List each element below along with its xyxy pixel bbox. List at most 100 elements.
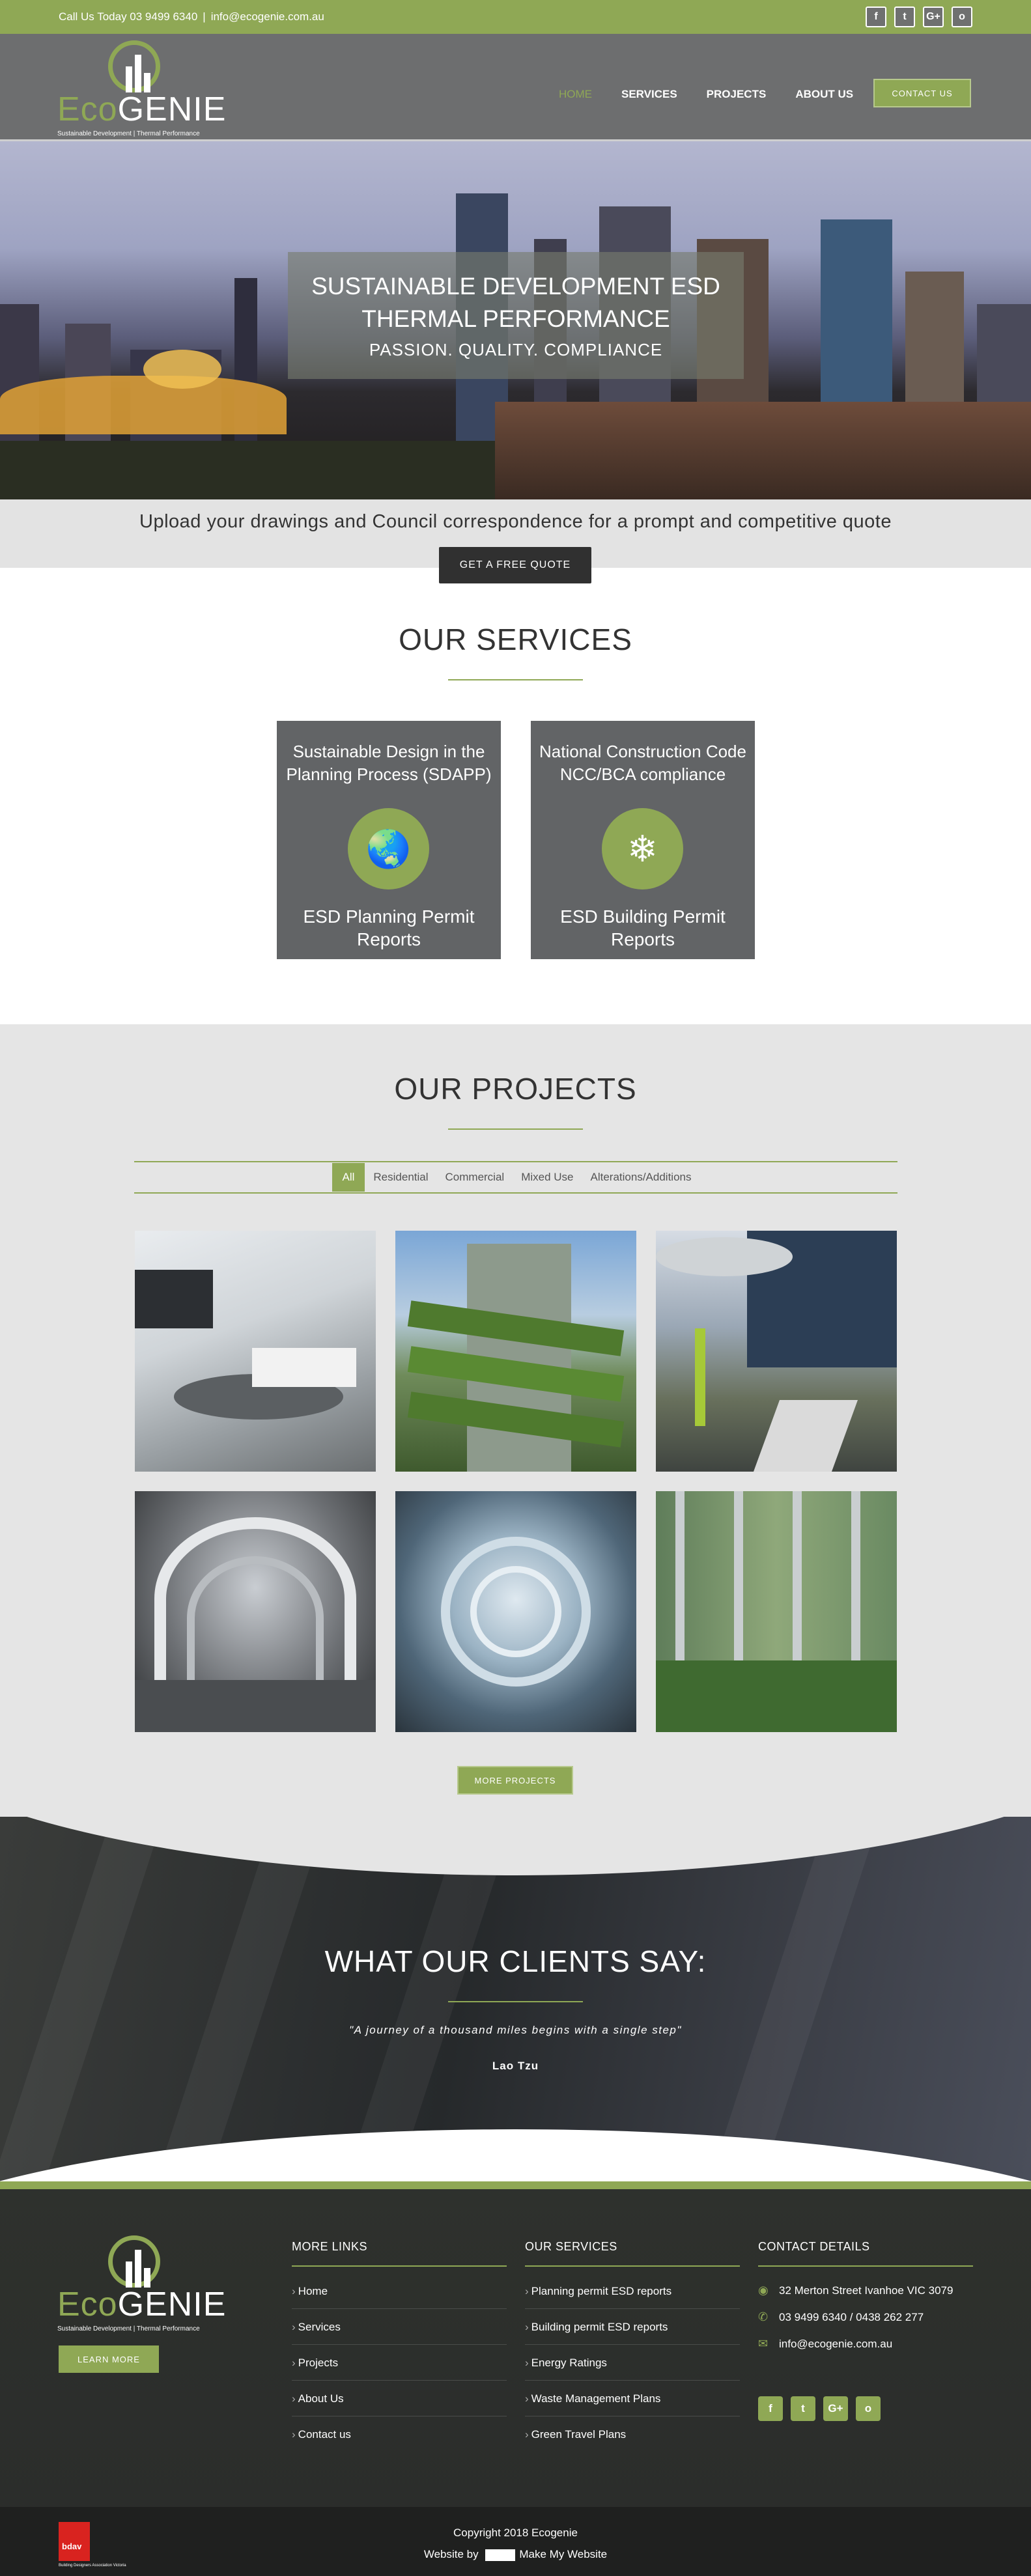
- filter-all[interactable]: All: [332, 1163, 365, 1192]
- footer-logo[interactable]: EcoGENIE Sustainable Development | Therm…: [57, 2235, 225, 2333]
- nav-projects[interactable]: PROJECTS: [707, 85, 767, 104]
- service-card-planning[interactable]: Sustainable Design in the Planning Proces…: [277, 721, 501, 959]
- testimonials-section: WHAT OUR CLIENTS SAY: "A journey of a th…: [0, 1817, 1031, 2181]
- maker-logo-icon: [485, 2549, 516, 2561]
- quote-text: Upload your drawings and Council corresp…: [139, 511, 892, 532]
- project-image-green-wall[interactable]: [656, 1491, 897, 1732]
- nav-about-us[interactable]: ABOUT US: [795, 85, 853, 104]
- logo[interactable]: EcoGENIE Sustainable Development | Therm…: [57, 40, 225, 138]
- footer-service-travel[interactable]: › Green Travel Plans: [525, 2416, 740, 2452]
- projects-underline: [448, 1128, 583, 1130]
- hero-banner: SUSTAINABLE DEVELOPMENT ESD THERMAL PERFO…: [0, 141, 1031, 499]
- nav-services[interactable]: SERVICES: [621, 85, 677, 104]
- footer-service-waste[interactable]: › Waste Management Plans: [525, 2381, 740, 2416]
- chevron-right-icon: ›: [292, 2428, 296, 2441]
- twitter-icon[interactable]: t: [791, 2396, 815, 2421]
- social-links: f t G+ o: [866, 7, 972, 27]
- top-bar: Call Us Today 03 9499 6340 | info@ecogenie…: [0, 0, 1031, 34]
- bdav-logo-text: bdav: [62, 2541, 82, 2551]
- testimonial-quote: "A journey of a thousand miles begins wi…: [349, 2024, 682, 2036]
- website-credit[interactable]: Website by Make My Website: [0, 2548, 1031, 2561]
- instagram-icon[interactable]: o: [856, 2396, 881, 2421]
- chevron-right-icon: ›: [292, 2285, 296, 2297]
- bdav-subtext: Building Designers Association Victoria: [59, 2564, 126, 2568]
- email-link[interactable]: info@ecogenie.com.au: [211, 10, 324, 23]
- service-card-label: ESD Planning Permit Reports: [303, 906, 475, 949]
- nav-home[interactable]: HOME: [559, 85, 592, 104]
- main-nav: HOME SERVICES PROJECTS ABOUT US: [559, 85, 883, 179]
- projects-heading: OUR PROJECTS: [394, 1072, 637, 1106]
- contact-us-button[interactable]: CONTACT US: [873, 79, 971, 107]
- footer-link-projects[interactable]: › Projects: [292, 2345, 507, 2381]
- footer-our-services: OUR SERVICES › Planning permit ESD report…: [525, 2240, 740, 2452]
- site-header: EcoGENIE Sustainable Development | Therm…: [0, 34, 1031, 179]
- chevron-right-icon: ›: [525, 2428, 529, 2441]
- testimonial-author: Lao Tzu: [492, 2060, 539, 2072]
- separator: |: [203, 10, 206, 23]
- service-card-title: National Construction Code NCC/BCA compli…: [539, 742, 746, 784]
- filter-mixed-use[interactable]: Mixed Use: [513, 1163, 582, 1192]
- footer-link-about-us[interactable]: › About Us: [292, 2381, 507, 2416]
- more-links-heading: MORE LINKS: [292, 2240, 507, 2267]
- hero-caption: SUSTAINABLE DEVELOPMENT ESD THERMAL PERFO…: [288, 252, 744, 379]
- footer-contact: CONTACT DETAILS ◉ 32 Merton Street Ivanho…: [758, 2240, 973, 2357]
- chevron-right-icon: ›: [525, 2357, 529, 2369]
- project-image-plaza[interactable]: [656, 1231, 897, 1472]
- location-icon: ◉: [758, 2284, 769, 2297]
- envelope-icon: ✉: [758, 2337, 769, 2350]
- hero-title: SUSTAINABLE DEVELOPMENT ESD THERMAL PERFO…: [311, 273, 720, 332]
- logo-name: EcoGENIE: [57, 91, 227, 128]
- chevron-right-icon: ›: [525, 2285, 529, 2297]
- testimonials-heading: WHAT OUR CLIENTS SAY:: [324, 1944, 707, 1978]
- footer-link-contact[interactable]: › Contact us: [292, 2416, 507, 2452]
- hero-subtitle: PASSION. QUALITY. COMPLIANCE: [369, 340, 663, 359]
- bottom-bar: Copyright 2018 Ecogenie Website by Make …: [0, 2507, 1031, 2576]
- free-quote-button[interactable]: GET A FREE QUOTE: [439, 547, 591, 583]
- service-card-building[interactable]: National Construction Code NCC/BCA compli…: [531, 721, 755, 959]
- chevron-right-icon: ›: [292, 2321, 296, 2333]
- service-card-label: ESD Building Permit Reports: [560, 906, 726, 949]
- logo-mark-icon: [108, 40, 160, 92]
- chevron-right-icon: ›: [525, 2392, 529, 2405]
- phone-icon: ✆: [758, 2310, 769, 2323]
- project-image-interior[interactable]: [135, 1231, 376, 1472]
- logo-name: EcoGENIE: [57, 2286, 227, 2323]
- footer-link-services[interactable]: › Services: [292, 2309, 507, 2345]
- email-row[interactable]: ✉ info@ecogenie.com.au: [758, 2331, 973, 2357]
- services-underline: [448, 679, 583, 680]
- logo-tagline: Sustainable Development | Thermal Perfor…: [57, 130, 200, 137]
- logo-tagline: Sustainable Development | Thermal Perfor…: [57, 2325, 200, 2332]
- google-plus-icon[interactable]: G+: [823, 2396, 848, 2421]
- filter-residential[interactable]: Residential: [365, 1163, 436, 1192]
- facebook-icon[interactable]: f: [866, 7, 886, 27]
- phone-text[interactable]: Call Us Today 03 9499 6340: [59, 10, 197, 23]
- learn-more-button[interactable]: LEARN MORE: [59, 2345, 159, 2373]
- services-heading: OUR SERVICES: [399, 623, 632, 656]
- footer-link-home[interactable]: › Home: [292, 2273, 507, 2309]
- twitter-icon[interactable]: t: [894, 7, 915, 27]
- testimonials-underline: [448, 2001, 583, 2002]
- chevron-right-icon: ›: [292, 2357, 296, 2369]
- chevron-right-icon: ›: [292, 2392, 296, 2405]
- google-plus-icon[interactable]: G+: [923, 7, 944, 27]
- filter-alterations[interactable]: Alterations/Additions: [582, 1163, 700, 1192]
- bdav-badge[interactable]: bdav Building Designers Association Vict…: [59, 2522, 126, 2568]
- footer-social: f t G+ o: [758, 2396, 881, 2421]
- footer-service-planning[interactable]: › Planning permit ESD reports: [525, 2273, 740, 2309]
- footer-service-building[interactable]: › Building permit ESD reports: [525, 2309, 740, 2345]
- phone-row[interactable]: ✆ 03 9499 6340 / 0438 262 277: [758, 2304, 973, 2331]
- top-contact: Call Us Today 03 9499 6340 | info@ecogenie…: [59, 10, 324, 23]
- copyright: Copyright 2018 Ecogenie: [453, 2527, 578, 2539]
- filter-commercial[interactable]: Commercial: [437, 1163, 513, 1192]
- snowflake-icon: ❄: [602, 808, 683, 889]
- chevron-right-icon: ›: [525, 2321, 529, 2333]
- project-image-green-tower[interactable]: [395, 1231, 636, 1472]
- more-projects-button[interactable]: MORE PROJECTS: [457, 1766, 573, 1795]
- project-image-spiral[interactable]: [395, 1491, 636, 1732]
- footer-service-energy[interactable]: › Energy Ratings: [525, 2345, 740, 2381]
- facebook-icon[interactable]: f: [758, 2396, 783, 2421]
- our-services-heading: OUR SERVICES: [525, 2240, 740, 2267]
- project-image-bridge[interactable]: [135, 1491, 376, 1732]
- instagram-icon[interactable]: o: [952, 7, 972, 27]
- project-filters: All Residential Commercial Mixed Use Alt…: [134, 1161, 897, 1194]
